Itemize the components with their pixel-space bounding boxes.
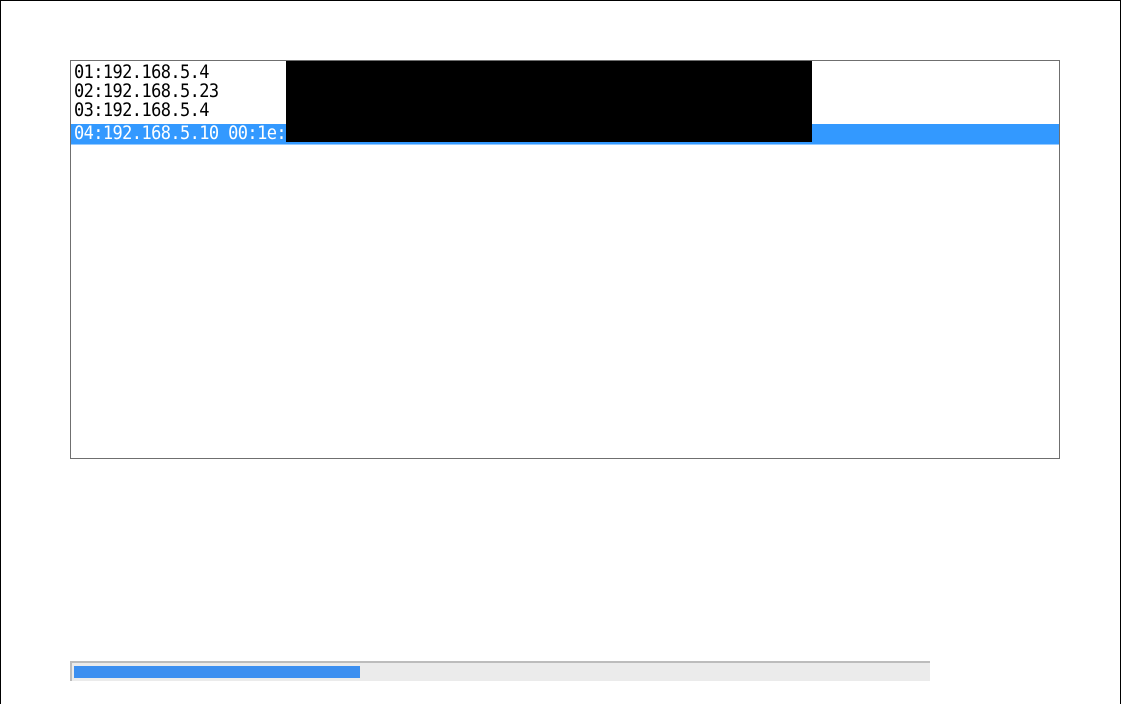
redaction-block	[286, 61, 812, 142]
progress-bar	[70, 661, 930, 681]
window-frame: 01:192.168.5.4 02:192.168.5.23 03:192.16…	[0, 0, 1121, 704]
progress-bar-fill	[74, 666, 360, 678]
